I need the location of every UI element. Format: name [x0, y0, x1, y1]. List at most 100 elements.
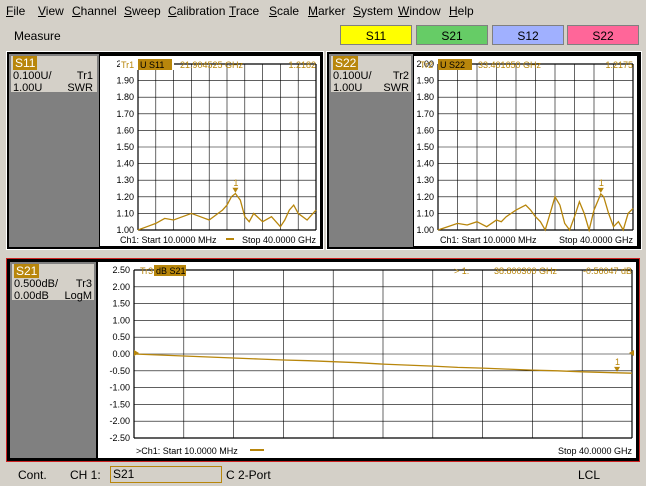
stop-frequency: Stop 40.0000 GHz	[242, 235, 317, 245]
s22-chart-svg: 2.001.901.801.701.601.501.401.301.201.10…	[416, 59, 634, 245]
s11-side-panel: S11 0.100U/Tr1 1.00U SWR	[9, 54, 99, 247]
y-tick-label: 1.40	[416, 159, 434, 169]
trace-label: Tr3	[140, 266, 153, 276]
y-tick-label: 2.50	[112, 265, 130, 275]
y-tick-label: -2.50	[109, 433, 130, 443]
marker-value: -0.56047 dB	[583, 266, 632, 276]
y-tick-label: 1.80	[416, 92, 434, 102]
scale-row: 0.100U/Tr2	[333, 70, 409, 82]
s11-chart[interactable]: 2.001.901.801.701.601.501.401.301.201.10…	[100, 56, 320, 246]
y-tick-label: 1.00	[112, 315, 130, 325]
trace-id: Tr2	[392, 70, 409, 82]
s22-button[interactable]: S22	[567, 25, 639, 45]
trace-tag: dB S21	[156, 266, 186, 276]
marker-label: 1	[233, 178, 238, 188]
y-tick-label: 1.70	[116, 109, 134, 119]
y-tick-label: 1.90	[416, 76, 434, 86]
marker-triangle	[232, 187, 239, 193]
scale-row: 0.500dB/Tr3	[14, 278, 92, 290]
menu-file[interactable]: File	[6, 4, 25, 18]
y-tick-label: 1.10	[416, 208, 434, 218]
s21-button[interactable]: S21	[416, 25, 488, 45]
s11-info-box: S11 0.100U/Tr1 1.00U SWR	[11, 56, 97, 94]
y-tick-label: 1.60	[416, 125, 434, 135]
stop-frequency: Stop 40.0000 GHz	[559, 235, 634, 245]
y-tick-label: 1.20	[416, 192, 434, 202]
y-tick-label: 2.00	[112, 282, 130, 292]
format-value: SWR	[383, 82, 409, 94]
s22-chart[interactable]: 2.00 1.90 1.80 1.70 1.60 1.50 1.40 1.30 1.20 1.10…	[414, 56, 637, 246]
active-trace-field[interactable]: S21	[110, 466, 222, 483]
s22-info-box: S22 0.100U/Tr2 1.00U SWR	[331, 56, 411, 94]
channel-label: CH 1:	[70, 468, 101, 482]
format-value: SWR	[67, 82, 93, 94]
ref-row: 0.00dB LogM	[14, 290, 92, 302]
measure-toolbar: Measure S11 S21 S12 S22	[0, 22, 646, 48]
menu-sweep[interactable]: Sweep	[124, 4, 161, 18]
marker-triangle	[597, 187, 604, 193]
start-frequency: Ch1: Start 10.0000 MHz	[120, 235, 217, 245]
ref-row: 1.00U SWR	[333, 82, 409, 94]
marker-frequency: 21.904525 GHz	[180, 60, 244, 70]
menu-marker[interactable]: Marker	[308, 4, 345, 18]
start-frequency: Ch1: Start 10.0000 MHz	[440, 235, 537, 245]
s12-button[interactable]: S12	[492, 25, 564, 45]
y-tick-label: 1.80	[116, 92, 134, 102]
y-tick-label: -1.00	[109, 383, 130, 393]
s21-window[interactable]: S21 0.500dB/Tr3 0.00dB LogM 2.50 2.00 1.50 1…	[6, 258, 640, 462]
trace-label: Tr2	[420, 60, 433, 70]
s11-window[interactable]: S11 0.100U/Tr1 1.00USWR 2.001.901.801.70…	[6, 51, 324, 250]
y-tick-label: 0.00	[112, 349, 130, 359]
menu-help[interactable]: Help	[449, 4, 474, 18]
y-tick-label: 1.50	[416, 142, 434, 152]
trace-label: Tr1	[121, 60, 134, 70]
y-tick-label: 1.10	[116, 208, 134, 218]
menu-window[interactable]: Window	[398, 4, 441, 18]
marker-frequency: 33.401650 GHz	[478, 60, 542, 70]
y-tick-label: -2.00	[109, 416, 130, 426]
param-label[interactable]: S11	[13, 56, 38, 70]
y-tick-label: 1.20	[116, 192, 134, 202]
menu-scale[interactable]: Scale	[269, 4, 299, 18]
s21-chart[interactable]: 2.50 2.00 1.50 1.00 0.50 0.00 -0.50 -1.00 -1.50 -…	[98, 262, 636, 458]
sweep-mode: Cont.	[18, 468, 47, 482]
menu-calibration[interactable]: Calibration	[168, 4, 225, 18]
menu-system[interactable]: System	[353, 4, 393, 18]
y-tick-label: 1.30	[416, 175, 434, 185]
trace-swatch	[226, 238, 234, 240]
scale-value: 0.100U/	[13, 70, 52, 82]
s22-side-panel: S22 0.100U/Tr2 1.00U SWR	[329, 54, 413, 247]
calibration-status: C 2-Port	[226, 468, 271, 482]
format-value: LogM	[64, 290, 92, 302]
measure-label: Measure	[14, 29, 61, 43]
s11-button[interactable]: S11	[340, 25, 412, 45]
ref-value: 0.00dB	[14, 290, 49, 302]
marker-label: 1	[599, 178, 604, 188]
menu-trace[interactable]: Trace	[229, 4, 259, 18]
menu-bar: File View Channel Sweep Calibration Trac…	[0, 0, 646, 22]
y-tick-label: -1.50	[109, 399, 130, 409]
ref-row: 1.00U SWR	[13, 82, 93, 94]
y-tick-label: 1.50	[116, 142, 134, 152]
y-tick-label: 1.00	[416, 225, 434, 235]
scale-value: 0.500dB/	[14, 278, 59, 290]
y-tick-label: 1.00	[116, 225, 134, 235]
y-tick-label: 1.60	[116, 125, 134, 135]
trace-swatch	[250, 449, 264, 451]
menu-channel[interactable]: Channel	[72, 4, 117, 18]
ref-level-arrow-left	[134, 350, 139, 356]
scale-row: 0.100U/Tr1	[13, 70, 93, 82]
menu-view[interactable]: View	[38, 4, 64, 18]
s21-side-panel: S21 0.500dB/Tr3 0.00dB LogM	[10, 262, 96, 458]
s22-window[interactable]: S22 0.100U/Tr2 1.00U SWR 2.00 1.90 1.80 1.70…	[326, 51, 642, 250]
s21-info-box: S21 0.500dB/Tr3 0.00dB LogM	[12, 264, 94, 302]
y-tick-label: 1.30	[116, 175, 134, 185]
remote-status: LCL	[578, 468, 601, 482]
y-tick-label: 1.50	[112, 299, 130, 309]
y-tick-label: 0.50	[112, 332, 130, 342]
marker-prefix: > 1:	[454, 266, 469, 276]
param-label[interactable]: S21	[14, 264, 40, 278]
param-label[interactable]: S22	[333, 56, 359, 70]
marker-value: 1.2175	[605, 60, 633, 70]
marker-value: 1.2182	[288, 60, 316, 70]
